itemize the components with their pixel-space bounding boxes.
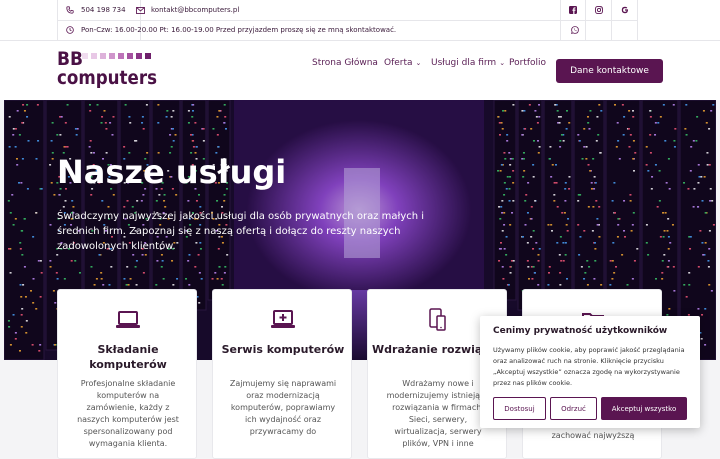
clock-icon: [65, 25, 75, 35]
laptop-plus-icon: [271, 310, 295, 328]
hours-text: Pon-Czw: 16.00-20.00 Pt: 16.00-19.00 Prz…: [81, 26, 397, 34]
brand-logo[interactable]: BB computers: [57, 47, 161, 95]
nav-portfolio-label: Portfolio: [509, 58, 547, 68]
reject-button[interactable]: Odrzuć: [550, 397, 597, 420]
cookie-title: Cenimy prywatność użytkowników: [493, 326, 668, 336]
nav-home[interactable]: Strona Główna: [312, 58, 378, 68]
accept-all-button[interactable]: Akceptuj wszystko: [601, 397, 687, 420]
hero-description: Świadczymy najwyższej jakości usługi dla…: [57, 211, 425, 252]
hero-title: Nasze usługi: [57, 153, 287, 191]
cookie-consent-banner: Cenimy prywatność użytkowników Używamy p…: [480, 316, 700, 428]
card-title: Składanie komputerów: [89, 343, 167, 371]
cookie-text: Używamy plików cookie, aby poprawić jako…: [493, 346, 685, 387]
email-address: kontakt@bbcomputers.pl: [151, 6, 240, 14]
nav-business-label: Usługi dla firm: [431, 58, 497, 68]
card-text: Wdrażamy nowe i modernizujemy istniejące…: [386, 379, 490, 448]
customize-button[interactable]: Dostosuj: [493, 397, 546, 420]
whatsapp-icon[interactable]: [570, 25, 580, 35]
card-title: Serwis komputerów: [221, 343, 345, 356]
opening-hours: Pon-Czw: 16.00-20.00 Pt: 16.00-19.00 Prz…: [65, 25, 396, 35]
card-text: Zajmujemy się naprawami oraz modernizacj…: [229, 379, 337, 436]
divider: [637, 0, 638, 41]
envelope-icon: [135, 5, 145, 15]
phone-number: 504 198 734: [81, 6, 126, 14]
instagram-icon[interactable]: [594, 5, 604, 15]
logo-computers: computers: [57, 67, 157, 89]
card-text: Profesjonalne składanie komputerów na za…: [77, 379, 179, 448]
service-card[interactable]: Serwis komputerów Zajmujemy się naprawam…: [212, 289, 352, 459]
phone-icon: [65, 5, 75, 15]
devices-icon: [429, 308, 446, 331]
facebook-icon[interactable]: [568, 5, 578, 15]
phone-link[interactable]: 504 198 734: [65, 5, 126, 15]
laptop-icon: [116, 311, 140, 328]
chevron-down-icon: ⌄: [499, 59, 506, 67]
nav-business[interactable]: Usługi dla firm ⌄: [431, 58, 505, 68]
chevron-down-icon: ⌄: [415, 59, 422, 67]
google-icon[interactable]: [620, 5, 630, 15]
nav-offer-label: Oferta: [384, 58, 413, 68]
nav-offer[interactable]: Oferta ⌄: [384, 58, 421, 68]
nav-portfolio[interactable]: Portfolio: [509, 58, 546, 68]
divider: [57, 20, 637, 21]
email-link[interactable]: kontakt@bbcomputers.pl: [135, 5, 239, 15]
service-card[interactable]: Składanie komputerów Profesjonalne skład…: [57, 289, 197, 459]
contact-button[interactable]: Dane kontaktowe: [556, 59, 663, 83]
nav-home-label: Strona Główna: [312, 58, 378, 68]
